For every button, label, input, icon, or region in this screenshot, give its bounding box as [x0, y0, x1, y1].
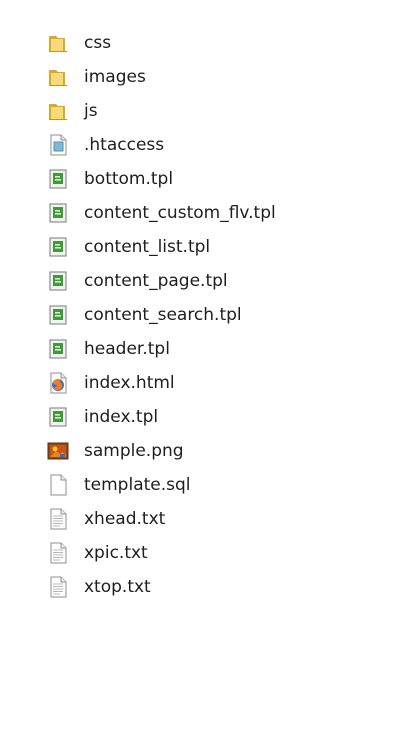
file-item-header-tpl[interactable]: header.tpl: [46, 332, 386, 366]
text-file-icon: [50, 508, 67, 530]
firefox-html-icon: [50, 372, 67, 394]
blank-file-icon: [50, 474, 67, 496]
file-name: content_list.tpl: [84, 236, 211, 257]
template-file-icon: [49, 237, 67, 257]
file-name: images: [84, 66, 146, 87]
template-file-icon: [49, 407, 67, 427]
file-name: sample.png: [84, 440, 184, 461]
template-file-icon: [49, 271, 67, 291]
file-item-xhead-txt[interactable]: xhead.txt: [46, 502, 386, 536]
file-item-xpic-txt[interactable]: xpic.txt: [46, 536, 386, 570]
file-name: index.html: [84, 372, 175, 393]
file-item-bottom-tpl[interactable]: bottom.tpl: [46, 162, 386, 196]
template-file-icon: [49, 203, 67, 223]
file-item-images[interactable]: images: [46, 60, 386, 94]
file-name: content_search.tpl: [84, 304, 242, 325]
file-item-index-html[interactable]: index.html: [46, 366, 386, 400]
image-file-icon: [47, 442, 69, 460]
folder-icon: [49, 36, 67, 52]
file-name: header.tpl: [84, 338, 170, 359]
file-item-index-tpl[interactable]: index.tpl: [46, 400, 386, 434]
file-name: css: [84, 32, 112, 53]
template-file-icon: [49, 169, 67, 189]
file-item-htaccess[interactable]: .htaccess: [46, 128, 386, 162]
file-item-content-page-tpl[interactable]: content_page.tpl: [46, 264, 386, 298]
text-file-icon: [50, 576, 67, 598]
file-name: xtop.txt: [84, 576, 151, 597]
file-name: .htaccess: [84, 134, 165, 155]
file-item-xtop-txt[interactable]: xtop.txt: [46, 570, 386, 604]
file-name: xhead.txt: [84, 508, 166, 529]
file-name: content_custom_flv.tpl: [84, 202, 276, 223]
file-list: css images js .htaccess bottom.tpl conte…: [46, 26, 386, 604]
file-item-content-list-tpl[interactable]: content_list.tpl: [46, 230, 386, 264]
file-name: content_page.tpl: [84, 270, 228, 291]
text-file-icon: [50, 542, 67, 564]
file-item-js[interactable]: js: [46, 94, 386, 128]
file-item-content-custom-flv-tpl[interactable]: content_custom_flv.tpl: [46, 196, 386, 230]
config-file-icon: [50, 134, 67, 156]
file-name: js: [84, 100, 98, 121]
file-item-content-search-tpl[interactable]: content_search.tpl: [46, 298, 386, 332]
file-name: index.tpl: [84, 406, 159, 427]
file-item-css[interactable]: css: [46, 26, 386, 60]
template-file-icon: [49, 305, 67, 325]
template-file-icon: [49, 339, 67, 359]
file-name: bottom.tpl: [84, 168, 174, 189]
folder-icon: [49, 104, 67, 120]
file-item-template-sql[interactable]: template.sql: [46, 468, 386, 502]
file-name: template.sql: [84, 474, 191, 495]
file-name: xpic.txt: [84, 542, 148, 563]
folder-icon: [49, 70, 67, 86]
file-item-sample-png[interactable]: sample.png: [46, 434, 386, 468]
